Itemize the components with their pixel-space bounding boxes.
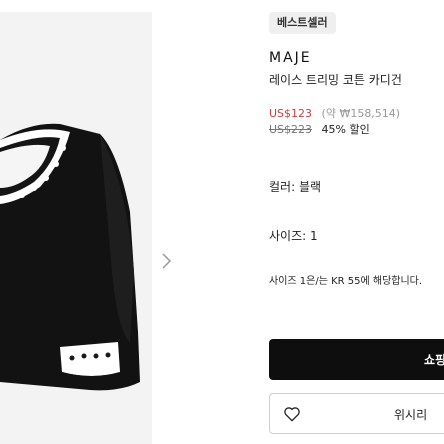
bestseller-badge: 베스트셀러 <box>269 12 336 34</box>
original-price-row: US$223 45% 할인 <box>269 121 370 137</box>
cardigan-illustration <box>0 123 140 391</box>
size-selection[interactable]: 사이즈: 1 <box>269 227 318 244</box>
approx-krw-price: (약 ₩158,514) <box>321 107 401 120</box>
wishlist-button[interactable]: 위시리 <box>269 393 444 434</box>
brand-name[interactable]: MAJE <box>269 50 312 66</box>
gallery-next-button[interactable] <box>160 250 174 272</box>
wishlist-label: 위시리 <box>394 408 428 422</box>
price-row: US$123 (약 ₩158,514) <box>269 105 400 121</box>
color-selection: 컬러: 블랙 <box>269 180 322 194</box>
chevron-right-icon <box>162 253 172 269</box>
discount-label: 45% 할인 <box>321 123 370 136</box>
size-conversion-note: 사이즈 1은/는 KR 55에 해당합니다. <box>269 276 423 287</box>
heart-icon <box>284 407 300 422</box>
sale-price: US$123 <box>269 107 313 120</box>
original-price: US$223 <box>269 123 313 136</box>
shopping-bag-button[interactable]: 쇼핑 <box>269 339 444 380</box>
product-title: 레이스 트리밍 코튼 카디건 <box>269 73 402 87</box>
product-image[interactable] <box>0 12 152 444</box>
